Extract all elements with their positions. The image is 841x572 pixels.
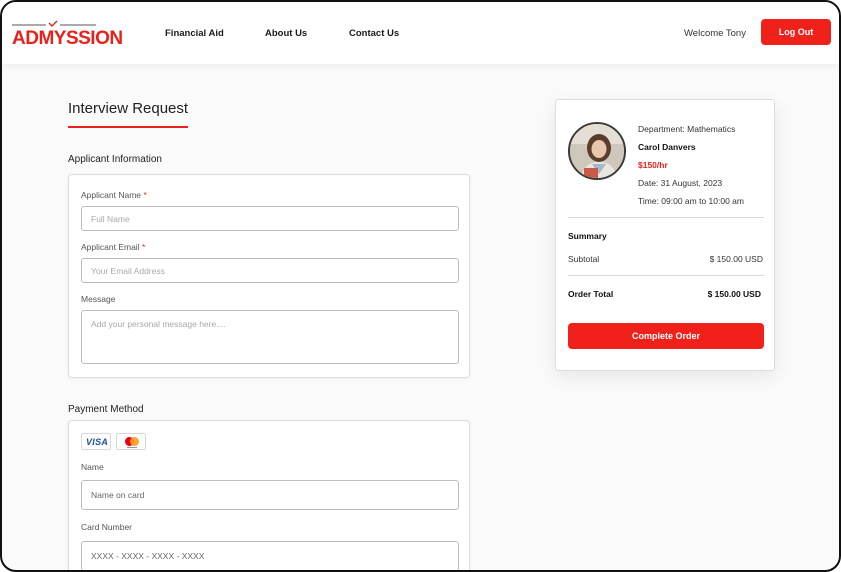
tutor-photo-icon (570, 124, 624, 178)
complete-order-button[interactable]: Complete Order (568, 323, 764, 349)
total-divider (568, 275, 764, 276)
order-total-label: Order Total (568, 289, 614, 299)
session-time: Time: 09:00 am to 10:00 am (638, 196, 744, 206)
department-text: Department: Mathematics (638, 124, 736, 134)
applicant-email-label: Applicant Email * (81, 242, 146, 252)
required-mark: * (143, 190, 147, 200)
order-summary-card: Department: Mathematics Carol Danvers $1… (555, 99, 775, 371)
summary-divider (568, 217, 764, 218)
tutor-avatar (568, 122, 626, 180)
session-date: Date: 31 August, 2023 (638, 178, 723, 188)
applicant-name-label: Applicant Name * (81, 190, 147, 200)
nav-financial-aid[interactable]: Financial Aid (165, 28, 224, 39)
subtotal-label: Subtotal (568, 254, 600, 264)
applicant-info-card: Applicant Name * Applicant Email * Messa… (68, 174, 470, 378)
message-textarea[interactable] (81, 310, 459, 364)
page-title: Interview Request (68, 100, 189, 117)
required-mark: * (141, 242, 146, 252)
hourly-rate: $150/hr (638, 160, 668, 170)
order-total-value: $ 150.00 USD (707, 289, 761, 299)
card-name-label: Name (81, 462, 104, 472)
app-frame: ADMYSSION Financial Aid About Us Contact… (0, 0, 841, 572)
applicant-email-input[interactable] (81, 258, 459, 283)
brand-logo[interactable]: ADMYSSION (12, 16, 123, 49)
card-number-label: Card Number (81, 522, 133, 532)
applicant-info-heading: Applicant Information (68, 154, 162, 165)
summary-heading: Summary (568, 231, 607, 241)
title-underline (68, 126, 188, 128)
nav-about-us[interactable]: About Us (265, 28, 307, 39)
card-name-input[interactable] (81, 480, 459, 510)
message-label: Message (81, 294, 116, 304)
payment-method-heading: Payment Method (68, 404, 144, 415)
welcome-text: Welcome Tony (684, 28, 746, 39)
card-number-input[interactable] (81, 541, 459, 570)
nav-contact-us[interactable]: Contact Us (349, 28, 399, 39)
logout-button[interactable]: Log Out (761, 19, 831, 45)
mastercard-logo-icon (125, 437, 139, 448)
tutor-name: Carol Danvers (638, 142, 696, 152)
applicant-name-input[interactable] (81, 206, 459, 231)
top-header: ADMYSSION Financial Aid About Us Contact… (2, 2, 839, 64)
mastercard-icon[interactable] (116, 433, 146, 450)
logo-check-icon (12, 20, 96, 27)
visa-icon[interactable]: VISA (81, 433, 111, 450)
subtotal-value: $ 150.00 USD (709, 254, 763, 264)
payment-card: VISA Name Card Number (68, 420, 470, 570)
brand-name: ADMYSSION (12, 28, 123, 49)
